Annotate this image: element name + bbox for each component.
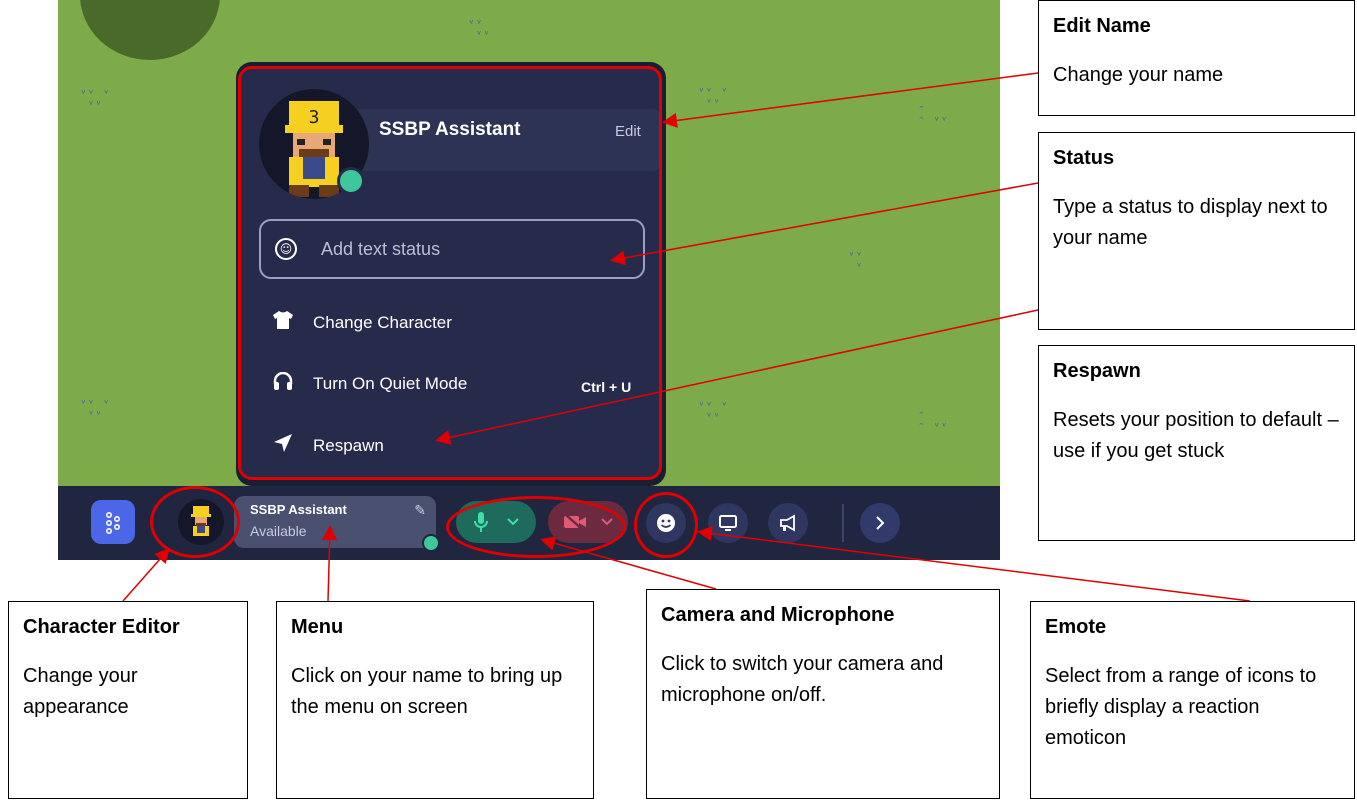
status-input[interactable]: ☺ Add text status xyxy=(259,219,645,279)
availability-status: Available xyxy=(250,523,307,539)
profile-menu: 3 SSBP Assistant Edit ☺ Add text status … xyxy=(238,66,662,480)
chevron-right-icon xyxy=(876,516,885,530)
callout-description: Type a status to display next to your na… xyxy=(1053,196,1328,249)
callout-camera-microphone: Camera and Microphone Click to switch yo… xyxy=(646,589,1000,799)
menu-item-label: Change Character xyxy=(313,312,452,332)
status-placeholder: Add text status xyxy=(321,239,441,259)
quiet-mode-shortcut: Ctrl + U xyxy=(581,379,632,395)
grass-tuft: ᵛᵛ ᵛ xyxy=(848,249,864,273)
monitor-icon xyxy=(719,515,737,531)
edit-name-button[interactable]: Edit xyxy=(615,123,641,140)
callout-description: Click on your name to bring up the menu … xyxy=(291,665,563,718)
menu-user-name: SSBP Assistant xyxy=(379,119,521,140)
grass-tuft: ᵛᵛ ᵛᵛ xyxy=(468,17,491,41)
shirt-icon xyxy=(271,311,295,334)
callout-title: Character Editor xyxy=(23,616,180,638)
callout-title: Camera and Microphone xyxy=(661,604,895,626)
grass-tuft: ᵛᵛ ᵛ ᵛᵛ xyxy=(698,85,729,109)
callout-description: Change your appearance xyxy=(23,665,138,718)
menu-item-label: Respawn xyxy=(313,435,384,455)
grass-tuft: ᵛᵛ ᵛ ᵛᵛ xyxy=(80,87,111,111)
toolbar-divider xyxy=(842,504,844,542)
svg-text:3: 3 xyxy=(309,107,320,128)
callout-emote: Emote Select from a range of icons to br… xyxy=(1030,601,1355,799)
grass-tuft: ᵛᵛ ᵛ ᵛᵛ xyxy=(698,399,729,423)
menu-item-quiet-mode[interactable]: Turn On Quiet Mode xyxy=(271,371,468,395)
announce-button[interactable] xyxy=(768,503,808,543)
callout-title: Status xyxy=(1053,147,1115,169)
callout-menu: Menu Click on your name to bring up the … xyxy=(276,601,594,799)
navigation-arrow-icon xyxy=(271,433,295,458)
grass-tuft: ᵛᵛ ᵛ ᵛᵛ xyxy=(80,397,111,421)
name-menu-button[interactable]: SSBP Assistant Available ✎ xyxy=(234,496,436,548)
callout-description: Select from a range of icons to briefly … xyxy=(1045,665,1317,749)
callout-status: Status Type a status to display next to … xyxy=(1038,132,1355,330)
callout-character-editor: Character Editor Change your appearance xyxy=(8,601,248,799)
grid-dots-icon xyxy=(106,511,121,534)
callout-description: Click to switch your camera and micropho… xyxy=(661,653,944,706)
callout-title: Edit Name xyxy=(1053,15,1151,37)
menu-item-respawn[interactable]: Respawn xyxy=(271,433,384,458)
grass-tuft: ᵔᵔ ᵛᵛ xyxy=(918,103,949,127)
callout-title: Emote xyxy=(1045,616,1107,638)
menu-item-change-character[interactable]: Change Character xyxy=(271,311,452,334)
grass-tuft: ᵔᵔ ᵛᵛ xyxy=(918,409,949,433)
game-viewport: ᵛᵛ ᵛᵛ ᵛᵛ ᵛ ᵛᵛ ᵛᵛ ᵛ ᵛᵛ ᵔᵔ ᵛᵛ ᵛᵛ ᵛ ᵛᵛ ᵛ ᵛᵛ… xyxy=(58,0,1000,560)
headphones-icon xyxy=(271,371,295,395)
highlight-ring xyxy=(150,486,240,558)
callout-title: Respawn xyxy=(1053,360,1141,382)
toolbar-user-name: SSBP Assistant xyxy=(250,502,347,517)
callout-description: Change your name xyxy=(1053,64,1224,86)
expand-toolbar-button[interactable] xyxy=(860,503,900,543)
highlight-ring xyxy=(634,492,698,558)
pencil-icon[interactable]: ✎ xyxy=(414,503,426,519)
callout-respawn: Respawn Resets your position to default … xyxy=(1038,345,1355,541)
callout-description: Resets your position to default – use if… xyxy=(1053,409,1339,462)
online-status-dot xyxy=(422,534,440,552)
menu-item-label: Turn On Quiet Mode xyxy=(313,373,468,393)
smile-icon: ☺ xyxy=(275,238,297,260)
grid-menu-button[interactable] xyxy=(91,500,135,544)
callout-edit-name: Edit Name Change your name xyxy=(1038,0,1355,116)
screen-share-button[interactable] xyxy=(708,503,748,543)
online-status-dot xyxy=(337,167,365,195)
megaphone-icon xyxy=(780,514,795,532)
callout-title: Menu xyxy=(291,616,344,638)
tree-canopy xyxy=(80,0,220,60)
highlight-ring xyxy=(446,496,626,558)
